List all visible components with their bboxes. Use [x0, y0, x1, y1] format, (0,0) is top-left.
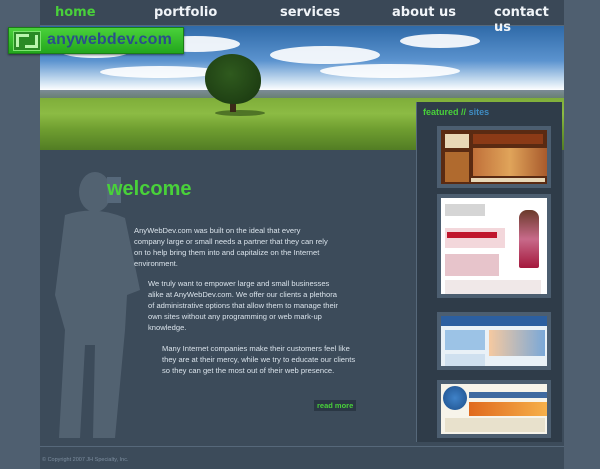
- site-logo[interactable]: anywebdev.com: [8, 27, 184, 54]
- tree-image: [205, 54, 261, 104]
- page-margin-left: [0, 0, 40, 469]
- footer-divider: [40, 446, 564, 447]
- logo-mark-icon: [13, 31, 41, 51]
- welcome-paragraph: Many Internet companies make their custo…: [162, 344, 356, 375]
- copyright-text: © Copyright 2007 JH Specialty, Inc.: [42, 457, 129, 463]
- logo-text: anywebdev.com: [47, 31, 173, 48]
- nav-services[interactable]: services: [280, 5, 340, 20]
- featured-site-thumbnail[interactable]: [437, 126, 551, 188]
- page-margin-right: [564, 0, 600, 469]
- featured-separator: //: [461, 107, 467, 117]
- top-nav: home portfolio services about us contact…: [40, 0, 564, 35]
- featured-heading: featured // sites: [423, 107, 489, 117]
- welcome-paragraph: We truly want to empower large and small…: [148, 279, 338, 332]
- welcome-heading: welcome: [107, 178, 192, 200]
- nav-portfolio[interactable]: portfolio: [154, 5, 217, 20]
- featured-site-thumbnail[interactable]: [437, 312, 551, 370]
- featured-sites-panel: featured // sites: [416, 102, 562, 442]
- featured-title: featured: [423, 107, 459, 117]
- nav-about-us[interactable]: about us: [392, 5, 456, 20]
- featured-site-thumbnail[interactable]: [437, 194, 551, 298]
- welcome-paragraph: AnyWebDev.com was built on the ideal tha…: [134, 226, 328, 268]
- read-more-link[interactable]: read more: [314, 400, 357, 411]
- featured-subtitle: sites: [468, 107, 490, 117]
- person-silhouette-image: [55, 172, 140, 438]
- featured-site-thumbnail[interactable]: [437, 380, 551, 438]
- nav-home[interactable]: home: [55, 5, 96, 20]
- nav-contact-us[interactable]: contact us: [494, 5, 564, 35]
